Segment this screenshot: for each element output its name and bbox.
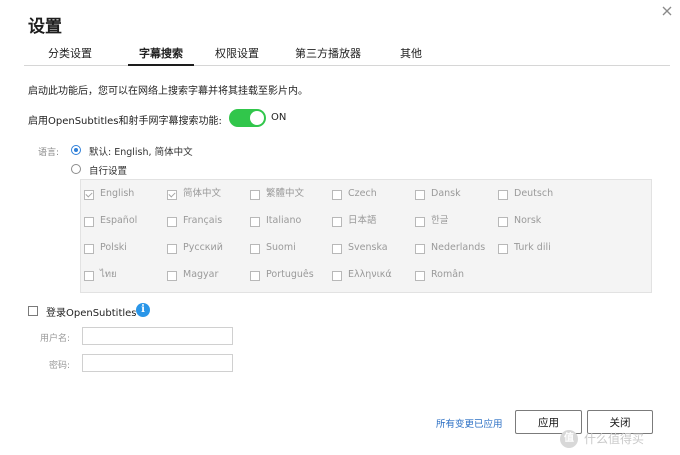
checkbox[interactable] [415, 190, 425, 200]
login-opensubtitles-checkbox[interactable] [28, 306, 38, 316]
language-custom-text: 自行设置 [89, 166, 128, 177]
language-default-text: 默认: English, 简体中文 [89, 147, 193, 158]
checkbox[interactable] [498, 190, 508, 200]
password-label: 密码: [48, 361, 70, 371]
watermark-text: 什么值得买 [584, 432, 645, 446]
checkbox[interactable] [167, 217, 177, 227]
checkbox[interactable] [250, 244, 260, 254]
checkbox[interactable] [415, 217, 425, 227]
checkbox[interactable] [167, 244, 177, 254]
checkbox[interactable] [167, 271, 177, 281]
all-changes-applied-link[interactable]: 所有变更已应用 [436, 416, 503, 430]
checkbox[interactable] [84, 190, 94, 200]
checkbox[interactable] [250, 271, 260, 281]
settings-tabs: 分类设置 字幕搜索 权限设置 第三方播放器 其他 [24, 44, 670, 66]
tab-category-settings[interactable]: 分类设置 [42, 44, 98, 64]
tab-subtitle-search[interactable]: 字幕搜索 [128, 44, 194, 66]
close-icon[interactable] [660, 4, 674, 18]
checkbox[interactable] [332, 217, 342, 227]
checkbox[interactable] [84, 217, 94, 227]
checkbox[interactable] [250, 190, 260, 200]
dialog-title: 设置 [28, 17, 62, 37]
tab-third-party-player[interactable]: 第三方播放器 [292, 44, 364, 64]
language-options-panel: English 简体中文 繁體中文 Czech Dansk Deutsch Es… [80, 179, 652, 293]
checkbox[interactable] [250, 217, 260, 227]
password-field[interactable] [82, 354, 233, 372]
checkbox[interactable] [332, 244, 342, 254]
checkbox[interactable] [84, 244, 94, 254]
feature-description: 启动此功能后，您可以在网络上搜索字幕并将其挂载至影片内。 [28, 86, 308, 97]
checkbox[interactable] [498, 244, 508, 254]
watermark-logo: 值 [560, 430, 578, 448]
language-custom-radio[interactable] [71, 164, 81, 174]
tab-other[interactable]: 其他 [396, 44, 426, 64]
checkbox[interactable] [332, 190, 342, 200]
language-default-radio[interactable] [71, 145, 81, 155]
toggle-knob [250, 111, 264, 125]
username-label: 用户名: [39, 334, 70, 344]
language-label: 语言: [38, 148, 60, 158]
info-icon[interactable]: i [136, 303, 150, 317]
subtitle-search-toggle[interactable] [229, 109, 266, 127]
checkbox[interactable] [415, 271, 425, 281]
login-opensubtitles-label: 登录OpenSubtitles [46, 308, 137, 319]
checkbox[interactable] [498, 217, 508, 227]
checkbox[interactable] [167, 190, 177, 200]
subtitle-search-toggle-label: 启用OpenSubtitles和射手网字幕搜索功能: [28, 116, 222, 127]
checkbox[interactable] [84, 271, 94, 281]
toggle-state-text: ON [271, 112, 287, 123]
username-field[interactable] [82, 327, 233, 345]
tab-permission-settings[interactable]: 权限设置 [210, 44, 264, 64]
checkbox[interactable] [332, 271, 342, 281]
checkbox[interactable] [415, 244, 425, 254]
settings-dialog: 设置 分类设置 字幕搜索 权限设置 第三方播放器 其他 启动此功能后，您可以在网… [0, 0, 680, 455]
watermark: 值 什么值得买 [560, 428, 680, 450]
